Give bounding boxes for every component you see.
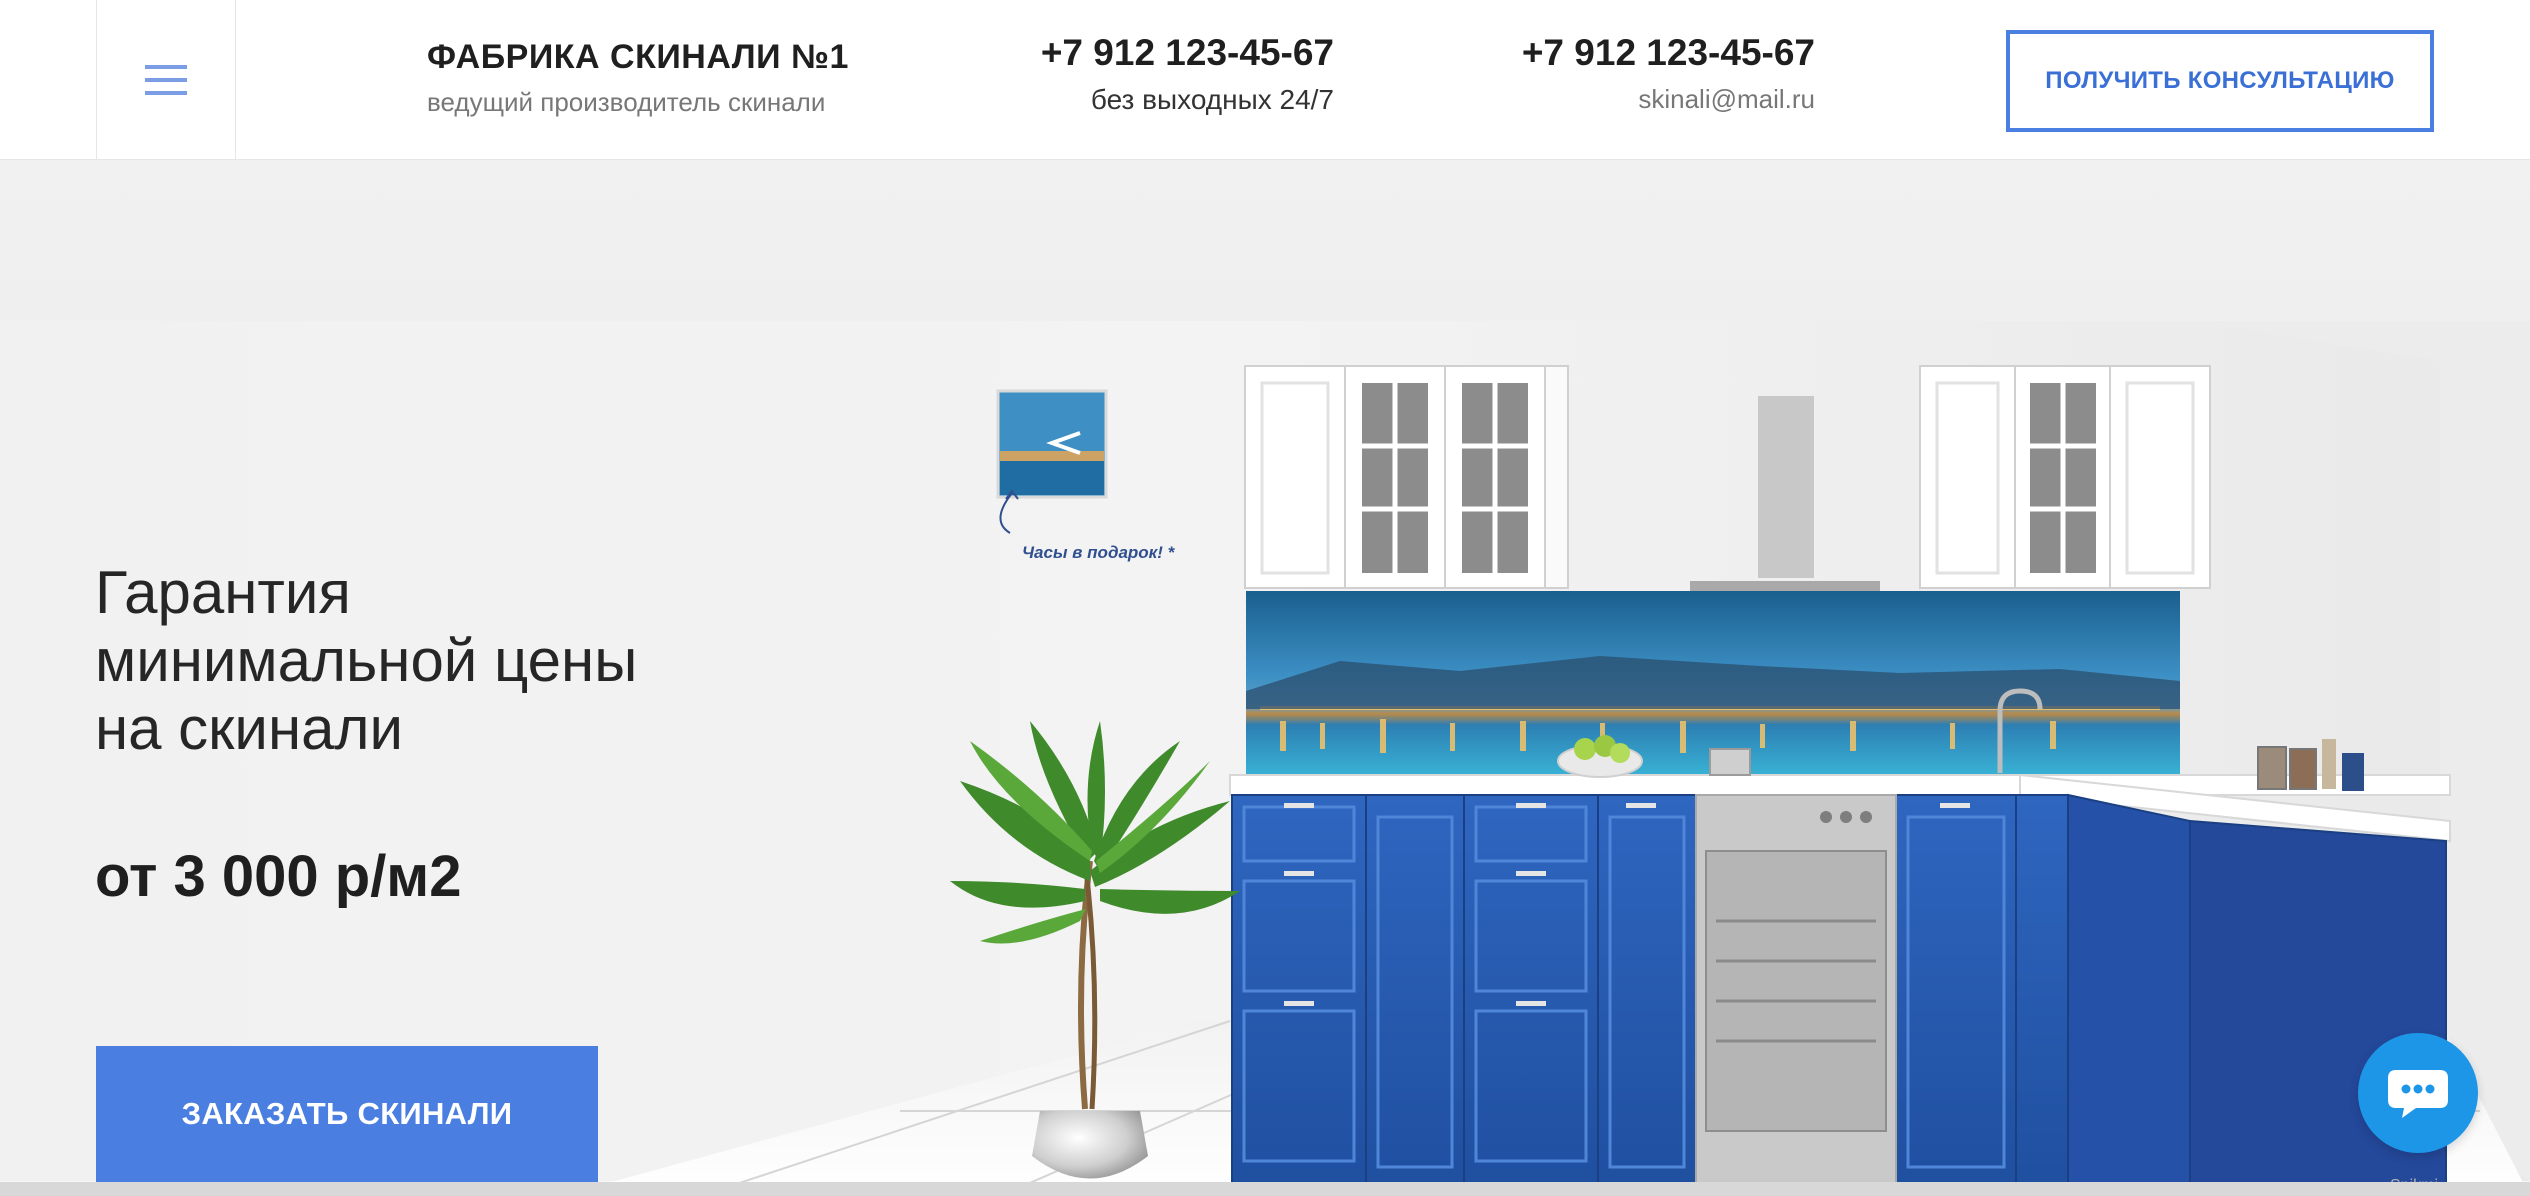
headline-line-2: минимальной цены [95, 627, 638, 694]
brand-block: ФАБРИКА СКИНАЛИ №1 ведущий производитель… [427, 38, 849, 118]
menu-icon [145, 65, 187, 95]
chat-button[interactable] [2358, 1033, 2478, 1153]
order-button[interactable]: ЗАКАЗАТЬ СКИНАЛИ [96, 1046, 598, 1182]
hero-section: Часы в подарок! * Гарантия минимальной ц… [0, 161, 2530, 1196]
phone-link-2[interactable]: +7 912 123-45-67 [1520, 32, 1815, 74]
site-header: ФАБРИКА СКИНАЛИ №1 ведущий производитель… [0, 0, 2530, 160]
consultation-button[interactable]: ПОЛУЧИТЬ КОНСУЛЬТАЦИЮ [2006, 30, 2434, 132]
brand-subtitle: ведущий производитель скинали [427, 87, 826, 117]
hero-headline: Гарантия минимальной цены на скинали [95, 559, 795, 763]
working-hours: без выходных 24/7 [1090, 84, 1334, 115]
phone-link-1[interactable]: +7 912 123-45-67 [1040, 32, 1334, 74]
brand-title: ФАБРИКА СКИНАЛИ №1 [427, 38, 849, 76]
headline-line-3: на скинали [95, 695, 403, 762]
headline-line-1: Гарантия [95, 559, 351, 626]
email-link[interactable]: skinali@mail.ru [1520, 84, 1815, 115]
gift-clock-note: Часы в подарок! * [1022, 543, 1175, 562]
menu-button[interactable] [96, 0, 236, 160]
price-text: от 3 000 р/м2 [95, 844, 462, 909]
contact-block-2: +7 912 123-45-67 skinali@mail.ru [1520, 32, 1815, 115]
chat-icon [2388, 1070, 2448, 1118]
contact-block-1: +7 912 123-45-67 без выходных 24/7 [1040, 32, 1334, 116]
bottom-edge [0, 1182, 2530, 1196]
